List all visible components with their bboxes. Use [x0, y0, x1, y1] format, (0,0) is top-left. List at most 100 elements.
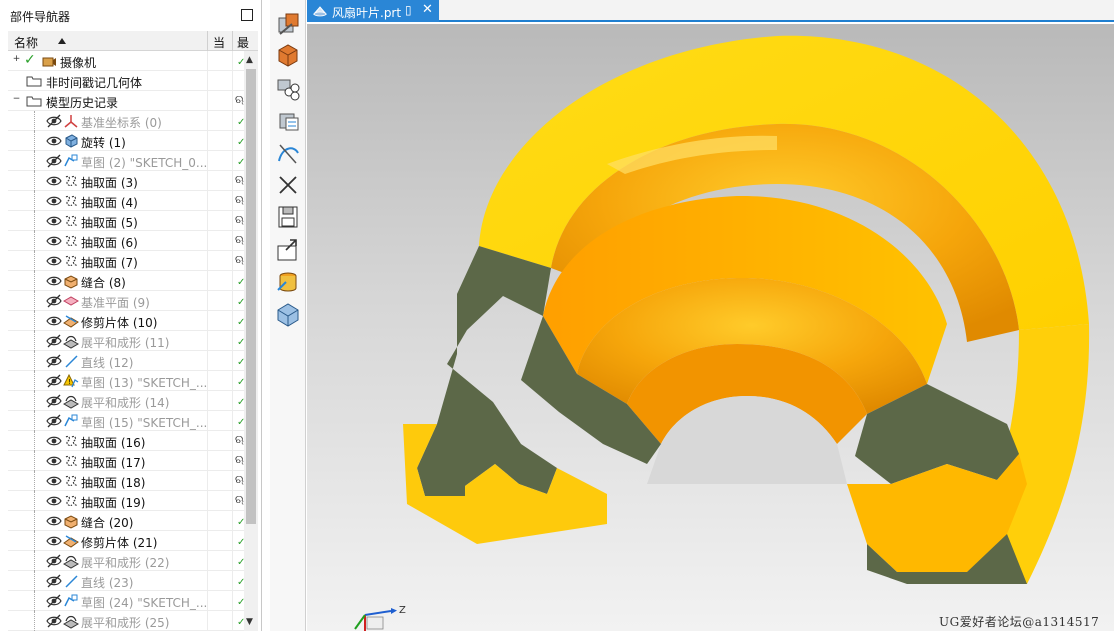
visible-eye-icon[interactable]: [46, 454, 62, 468]
column-current-header[interactable]: 当: [213, 34, 225, 51]
column-divider: [232, 511, 233, 531]
tree-guide-line: [34, 431, 35, 451]
visible-eye-icon[interactable]: [46, 254, 62, 268]
hidden-eye-icon[interactable]: [46, 594, 62, 608]
tree-row[interactable]: 抽取面 (19) ଋ: [8, 491, 244, 511]
tree-row-label: 基准坐标系 (0): [81, 116, 162, 130]
tree-row[interactable]: 展平和成形 (22) ✓: [8, 551, 244, 571]
tree-row[interactable]: 抽取面 (6) ଋ: [8, 231, 244, 251]
column-divider: [207, 491, 208, 511]
hidden-eye-icon[interactable]: [46, 414, 62, 428]
visible-eye-icon[interactable]: [46, 174, 62, 188]
hidden-eye-icon[interactable]: [46, 394, 62, 408]
view-triad[interactable]: Z: [347, 599, 407, 631]
fan-blade-model[interactable]: [307, 24, 1114, 631]
hidden-eye-icon[interactable]: [46, 574, 62, 588]
scroll-up-icon[interactable]: ▲: [246, 55, 253, 65]
visible-eye-icon[interactable]: [46, 514, 62, 528]
tree-row[interactable]: − 模型历史记录 ଋ: [8, 91, 244, 111]
maximize-icon[interactable]: [241, 9, 253, 21]
tree-row[interactable]: 展平和成形 (25) ✓: [8, 611, 244, 631]
visible-eye-icon[interactable]: [46, 494, 62, 508]
tree-row[interactable]: 直线 (12) ✓: [8, 351, 244, 371]
tree-row[interactable]: 修剪片体 (10) ✓: [8, 311, 244, 331]
column-divider[interactable]: [232, 31, 233, 51]
hidden-eye-icon[interactable]: [46, 294, 62, 308]
tab-part-file[interactable]: 风扇叶片.prt ▯ ✕: [307, 0, 439, 22]
tree-row[interactable]: 草图 (15) "SKETCH_... ✓: [8, 411, 244, 431]
tree-row[interactable]: 抽取面 (16) ଋ: [8, 431, 244, 451]
column-latest-header[interactable]: 最: [237, 34, 249, 51]
close-icon[interactable]: ✕: [422, 2, 433, 17]
hidden-eye-icon[interactable]: [46, 374, 62, 388]
column-name-header[interactable]: 名称: [14, 34, 38, 51]
visible-eye-icon[interactable]: [46, 214, 62, 228]
visible-eye-icon[interactable]: [46, 194, 62, 208]
scroll-thumb[interactable]: [246, 69, 256, 524]
navigator-scrollbar[interactable]: ▲ ▼: [244, 51, 258, 631]
hd3d-tools-icon[interactable]: [274, 139, 302, 167]
tree-row[interactable]: 抽取面 (3) ଋ: [8, 171, 244, 191]
tree-row[interactable]: 草图 (2) "SKETCH_0... ✓: [8, 151, 244, 171]
graphics-tab-strip: 风扇叶片.prt ▯ ✕: [307, 0, 1114, 22]
column-divider: [232, 531, 233, 551]
tree-row[interactable]: 展平和成形 (14) ✓: [8, 391, 244, 411]
tree-row-label: 抽取面 (4): [81, 196, 138, 210]
tree-row[interactable]: 修剪片体 (21) ✓: [8, 531, 244, 551]
tree-guide-line: [34, 211, 35, 231]
tree-row[interactable]: 抽取面 (5) ଋ: [8, 211, 244, 231]
tree-row[interactable]: 缝合 (20) ✓: [8, 511, 244, 531]
tree-row[interactable]: + ✓ 摄像机 ✓: [8, 51, 244, 71]
hidden-eye-icon[interactable]: [46, 554, 62, 568]
history-save-icon[interactable]: [274, 203, 302, 231]
part-navigator-icon[interactable]: [274, 74, 302, 102]
tree-row-label: 展平和成形 (22): [81, 556, 170, 570]
flatten-icon: [62, 393, 80, 409]
scroll-down-icon[interactable]: ▼: [246, 617, 253, 627]
visible-eye-icon[interactable]: [46, 434, 62, 448]
tree-row[interactable]: 抽取面 (18) ଋ: [8, 471, 244, 491]
extract-icon: [63, 433, 79, 449]
visible-eye-icon[interactable]: [46, 474, 62, 488]
visible-eye-icon[interactable]: [46, 534, 62, 548]
hidden-eye-icon[interactable]: [46, 154, 62, 168]
expand-icon[interactable]: +: [12, 55, 21, 64]
visible-eye-icon[interactable]: [46, 234, 62, 248]
graphics-viewport[interactable]: Z UG爱好者论坛@a1314517: [307, 24, 1114, 631]
tree-row[interactable]: 展平和成形 (11) ✓: [8, 331, 244, 351]
column-divider: [207, 531, 208, 551]
reuse-library-icon[interactable]: [274, 106, 302, 134]
sort-ascending-icon[interactable]: [58, 38, 66, 44]
tree-row[interactable]: 抽取面 (7) ଋ: [8, 251, 244, 271]
assembly-navigator-icon[interactable]: [274, 10, 302, 38]
tree-row[interactable]: 基准坐标系 (0) ✓: [8, 111, 244, 131]
hidden-eye-icon[interactable]: [46, 354, 62, 368]
checkmark-icon[interactable]: ✓: [24, 52, 36, 68]
tree-row[interactable]: ! 草图 (13) "SKETCH_... ✓: [8, 371, 244, 391]
collapse-icon[interactable]: −: [12, 95, 21, 104]
hidden-eye-icon[interactable]: [46, 114, 62, 128]
tree-row[interactable]: 直线 (23) ✓: [8, 571, 244, 591]
tree-row[interactable]: 缝合 (8) ✓: [8, 271, 244, 291]
part-navigator-panel: 部件导航器 名称 当 最 + ✓ 摄像机 ✓ 非时间戳记几何体 − 模型历史记录 ଋ 基准坐标系…: [0, 0, 262, 631]
hidden-eye-icon[interactable]: [46, 334, 62, 348]
link-status-icon: ଋ: [235, 193, 244, 206]
roles-icon[interactable]: [274, 300, 302, 328]
constraint-navigator-icon[interactable]: [274, 41, 302, 69]
tree-row[interactable]: 旋转 (1) ✓: [8, 131, 244, 151]
visible-eye-icon[interactable]: [46, 134, 62, 148]
tree-row[interactable]: 非时间戳记几何体: [8, 71, 244, 91]
tree-row[interactable]: 抽取面 (17) ଋ: [8, 451, 244, 471]
visible-eye-icon[interactable]: [46, 314, 62, 328]
web-browser-close-icon[interactable]: [274, 171, 302, 199]
process-studio-icon[interactable]: [274, 236, 302, 264]
column-divider[interactable]: [207, 31, 208, 51]
hidden-eye-icon[interactable]: [46, 614, 62, 628]
system-materials-icon[interactable]: [274, 268, 302, 296]
visible-eye-icon[interactable]: [46, 274, 62, 288]
undock-icon[interactable]: ▯: [405, 3, 412, 17]
tree-row[interactable]: 草图 (24) "SKETCH_... ✓: [8, 591, 244, 611]
tree-row[interactable]: 抽取面 (4) ଋ: [8, 191, 244, 211]
tree-row[interactable]: 基准平面 (9) ✓: [8, 291, 244, 311]
tree-guide-line: [34, 391, 35, 411]
